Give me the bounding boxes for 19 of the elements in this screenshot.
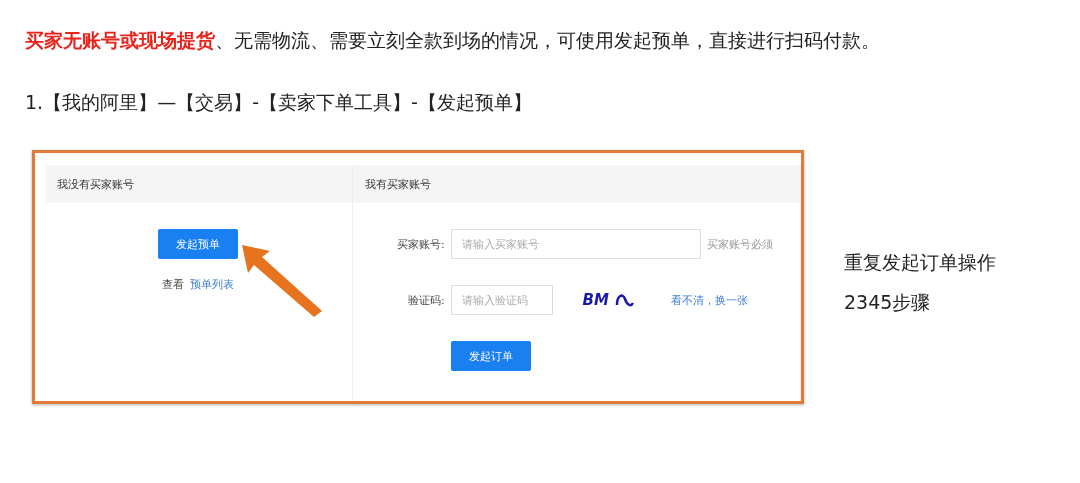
view-label: 查看 <box>162 277 185 292</box>
intro-paragraph: 买家无账号或现场提货、无需物流、需要立刻全款到场的情况，可使用发起预单，直接进行扫码付款。 <box>25 28 881 53</box>
preorder-list-link[interactable]: 预单列表 <box>190 277 235 292</box>
captcha-input-field[interactable]: 请输入验证码 <box>450 285 553 315</box>
note-text: 2345步骤 <box>844 290 932 315</box>
refresh-captcha-link[interactable]: 看不清，换一张 <box>670 292 748 308</box>
panel-title: 我没有买家账号 <box>45 165 352 203</box>
panel-title: 我有买家账号 <box>352 165 800 203</box>
captcha-label: 验证码: <box>406 292 445 308</box>
arrow-icon <box>240 243 324 319</box>
captcha-text: BM <box>582 291 609 309</box>
note-text: 重复发起订单操作 <box>844 250 996 275</box>
create-order-button[interactable]: 发起订单 <box>450 341 531 371</box>
account-label: 买家账号: <box>395 236 445 252</box>
account-input-field[interactable]: 请输入买家账号 <box>450 229 701 259</box>
captcha-squiggle-icon <box>614 293 635 307</box>
account-hint: 买家账号必须 <box>706 236 773 252</box>
step-instruction: 1.【我的阿里】—【交易】-【卖家下单工具】-【发起预单】 <box>25 90 533 115</box>
create-preorder-button[interactable]: 发起预单 <box>158 229 239 259</box>
